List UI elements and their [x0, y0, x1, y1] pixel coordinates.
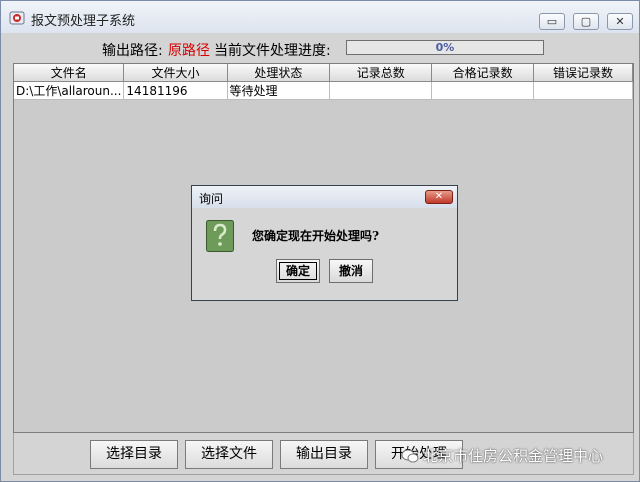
progress-label: 当前文件处理进度:: [214, 43, 331, 59]
minimize-button[interactable]: ▭: [539, 13, 565, 30]
dialog-ok-button[interactable]: 确定: [276, 259, 320, 283]
main-window: 报文预处理子系统 ▭ ▢ ✕ 输出路径: 原路径 当前文件处理进度: 0% 文件…: [0, 0, 640, 482]
question-icon: [206, 220, 234, 252]
column-header-total[interactable]: 记录总数: [329, 64, 433, 82]
watermark: 北京市住房公积金管理中心: [401, 445, 603, 465]
cell-error: [533, 81, 633, 100]
app-icon: [9, 11, 25, 25]
file-table: 文件名 文件大小 处理状态 记录总数 合格记录数 错误记录数 D:\工作\all…: [14, 64, 633, 100]
title-bar[interactable]: 报文预处理子系统 ▭ ▢ ✕: [1, 1, 639, 33]
cell-total: [329, 81, 433, 100]
dialog-close-icon: ✕: [434, 191, 444, 202]
select-file-button[interactable]: 选择文件: [185, 440, 273, 469]
window-title: 报文预处理子系统: [31, 14, 136, 29]
output-path-value: 原路径: [168, 43, 210, 59]
output-directory-button[interactable]: 输出目录: [280, 440, 368, 469]
table-header-row: 文件名 文件大小 处理状态 记录总数 合格记录数 错误记录数: [14, 64, 633, 82]
table-row[interactable]: D:\工作\allaroun... 14181196 等待处理: [14, 81, 633, 100]
confirm-dialog: 询问 ✕ 您确定现在开始处理吗? 确定 撤消: [191, 185, 458, 301]
close-button[interactable]: ✕: [607, 13, 633, 30]
close-icon: ✕: [615, 15, 625, 28]
column-header-filename[interactable]: 文件名: [14, 64, 125, 82]
maximize-button[interactable]: ▢: [573, 13, 599, 30]
column-header-filesize[interactable]: 文件大小: [123, 64, 228, 82]
minimize-icon: ▭: [546, 15, 558, 28]
watermark-text: 北京市住房公积金管理中心: [423, 447, 604, 465]
column-header-status[interactable]: 处理状态: [227, 64, 331, 82]
output-path-label: 输出路径:: [102, 43, 163, 59]
cell-status: 等待处理: [227, 81, 331, 100]
dialog-message: 您确定现在开始处理吗?: [252, 229, 380, 243]
cell-valid: [431, 81, 535, 100]
maximize-icon: ▢: [580, 15, 592, 28]
dialog-title-bar[interactable]: 询问 ✕: [192, 186, 457, 208]
column-header-valid[interactable]: 合格记录数: [431, 64, 535, 82]
dialog-cancel-button[interactable]: 撤消: [329, 259, 373, 283]
select-directory-button[interactable]: 选择目录: [90, 440, 178, 469]
dialog-close-button[interactable]: ✕: [425, 190, 453, 204]
dialog-title: 询问: [199, 192, 224, 206]
wechat-icon: [401, 449, 419, 463]
column-header-error[interactable]: 错误记录数: [533, 64, 633, 82]
cell-filename: D:\工作\allaroun...: [14, 81, 125, 100]
progress-text: 0%: [435, 41, 455, 54]
progress-bar: 0%: [346, 40, 544, 55]
cell-filesize: 14181196: [123, 81, 228, 100]
